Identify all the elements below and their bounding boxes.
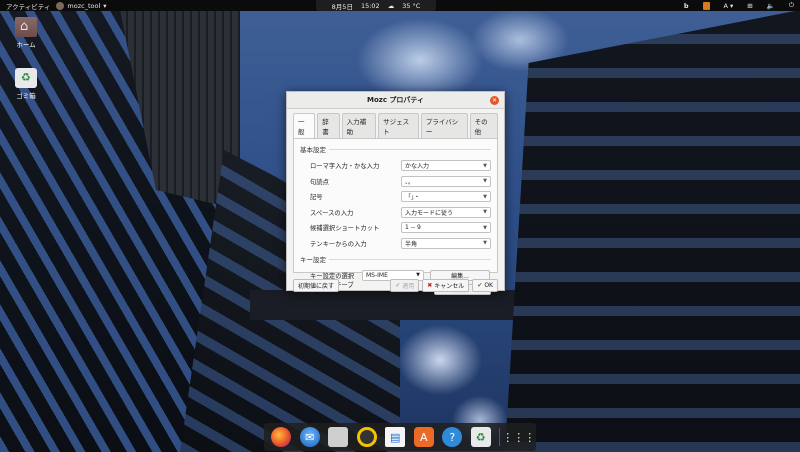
desktop-trash[interactable]: ゴミ箱: [8, 68, 44, 100]
apply-button[interactable]: ✔ 適用: [390, 279, 420, 292]
writer-icon[interactable]: ▤: [385, 427, 406, 447]
tab-other[interactable]: その他: [469, 113, 498, 138]
mozc-properties-dialog: Mozc プロパティ ✕ 一般 辞書 入力補助 サジェスト プライバシー その他…: [286, 91, 505, 298]
volume-icon[interactable]: 🔈: [767, 2, 775, 10]
help-icon[interactable]: ?: [442, 427, 463, 447]
network-icon[interactable]: ⊞: [747, 2, 752, 10]
desktop-home-label: ホーム: [16, 41, 36, 49]
chevron-down-icon: ▼: [483, 209, 487, 216]
punctuation-value: 、。: [405, 178, 415, 186]
ok-label: OK: [484, 282, 493, 289]
key-settings-label: キー設定: [300, 256, 326, 264]
rhythmbox-icon[interactable]: [356, 427, 377, 447]
reset-defaults-button[interactable]: 初期値に戻す: [293, 279, 339, 292]
tab-suggest[interactable]: サジェスト: [378, 113, 419, 138]
cancel-button[interactable]: ✖ キャンセル: [422, 279, 470, 292]
thunderbird-icon[interactable]: ✉: [299, 427, 320, 447]
chevron-down-icon: ▾: [103, 1, 107, 10]
chevron-down-icon: ▼: [483, 240, 487, 247]
update-icon[interactable]: [702, 1, 710, 10]
chevron-down-icon: ▼: [483, 178, 487, 185]
date-label: 8月5日: [331, 2, 353, 11]
candidate-shortcut-label: 候補選択ショートカット: [310, 225, 380, 233]
punctuation-select[interactable]: 、。 ▼: [401, 175, 491, 187]
setting-row-numpad: テンキーからの入力 半角 ▼: [300, 236, 491, 252]
space-input-select[interactable]: 入力モードに従う ▼: [401, 206, 491, 218]
general-panel: 基本設定 ローマ字入力・かな入力 かな入力 ▼ 句読点 、。 ▼ 記号 「」・ ▼ ス…: [293, 138, 498, 298]
bing-icon[interactable]: b: [684, 2, 689, 10]
top-bar: アクティビティ mozc_tool ▾ 8月5日 15:02 ☁ 35 °C b…: [0, 0, 800, 11]
desktop-trash-label: ゴミ箱: [16, 92, 36, 100]
clock-button[interactable]: 8月5日 15:02 ☁ 35 °C: [316, 0, 436, 11]
input-mode-select[interactable]: かな入力 ▼: [401, 160, 491, 172]
dialog-title: Mozc プロパティ: [366, 96, 424, 104]
punctuation-label: 句読点: [310, 178, 329, 186]
time-label: 15:02: [360, 1, 380, 10]
symbol-label: 記号: [310, 194, 323, 202]
power-icon[interactable]: ⏻: [789, 1, 794, 10]
basic-settings-heading: 基本設定: [300, 144, 491, 154]
dock: ✉ ▤ A ? ♻ ⋮⋮⋮: [264, 423, 536, 451]
cancel-label: キャンセル: [434, 283, 465, 290]
system-tray: b A ▾ ⊞ 🔈 ⏻: [684, 1, 794, 10]
keymap-value: MS-IME: [366, 271, 388, 279]
numpad-input-label: テンキーからの入力: [310, 240, 367, 248]
app-icon: [56, 1, 65, 10]
setting-row-space: スペースの入力 入力モードに従う ▼: [300, 205, 491, 221]
temperature-label: 35 °C: [402, 1, 421, 10]
candidate-shortcut-select[interactable]: 1 -- 9 ▼: [401, 222, 491, 234]
cloud-icon: ☁: [387, 1, 395, 10]
space-input-label: スペースの入力: [310, 209, 354, 217]
setting-row-punctuation: 句読点 、。 ▼: [300, 174, 491, 190]
symbol-value: 「」・: [405, 194, 421, 202]
files-icon[interactable]: [328, 427, 349, 447]
dialog-titlebar[interactable]: Mozc プロパティ ✕: [287, 92, 504, 109]
check-icon: ✔: [477, 282, 483, 289]
chevron-down-icon: ▼: [416, 272, 420, 278]
input-method-indicator[interactable]: A ▾: [724, 2, 734, 10]
chevron-down-icon: ▼: [483, 224, 487, 231]
setting-row-symbol: 記号 「」・ ▼: [300, 189, 491, 205]
close-icon[interactable]: ✕: [490, 96, 499, 105]
tab-dictionary[interactable]: 辞書: [317, 113, 340, 138]
tab-bar: 一般 辞書 入力補助 サジェスト プライバシー その他: [287, 109, 504, 138]
input-mode-label: ローマ字入力・かな入力: [310, 163, 380, 171]
key-settings-heading: キー設定: [300, 254, 491, 264]
check-icon: ✔: [395, 282, 401, 289]
ok-button[interactable]: ✔ OK: [472, 279, 498, 292]
app-name: mozc_tool: [67, 1, 101, 10]
basic-settings-label: 基本設定: [300, 146, 326, 154]
chevron-down-icon: ▼: [483, 162, 487, 169]
numpad-input-select[interactable]: 半角 ▼: [401, 237, 491, 249]
candidate-shortcut-value: 1 -- 9: [405, 224, 421, 232]
tab-general[interactable]: 一般: [293, 113, 316, 138]
cancel-icon: ✖: [427, 282, 433, 289]
input-method-label: A: [723, 1, 728, 10]
chevron-down-icon: ▼: [483, 193, 487, 200]
input-mode-value: かな入力: [405, 163, 430, 171]
desktop-home[interactable]: ホーム: [8, 17, 44, 49]
numpad-input-value: 半角: [405, 240, 418, 248]
tab-privacy[interactable]: プライバシー: [420, 113, 468, 138]
app-grid-icon[interactable]: ⋮⋮⋮: [502, 427, 535, 447]
app-menu[interactable]: mozc_tool ▾: [56, 1, 107, 10]
dock-separator: [499, 428, 501, 446]
firefox-icon[interactable]: [271, 427, 292, 447]
apply-label: 適用: [402, 283, 415, 290]
software-icon[interactable]: A: [413, 427, 434, 447]
symbol-select[interactable]: 「」・ ▼: [401, 191, 491, 203]
home-folder-icon: [15, 17, 37, 37]
setting-row-shortcut: 候補選択ショートカット 1 -- 9 ▼: [300, 220, 491, 236]
trash-icon: [15, 68, 37, 88]
trash-icon[interactable]: ♻: [470, 427, 491, 447]
tab-input-assist[interactable]: 入力補助: [341, 113, 377, 138]
space-input-value: 入力モードに従う: [405, 209, 454, 217]
setting-row-input-mode: ローマ字入力・かな入力 かな入力 ▼: [300, 158, 491, 174]
wallpaper-building-right: [505, 10, 800, 452]
activities-button[interactable]: アクティビティ: [0, 1, 56, 11]
